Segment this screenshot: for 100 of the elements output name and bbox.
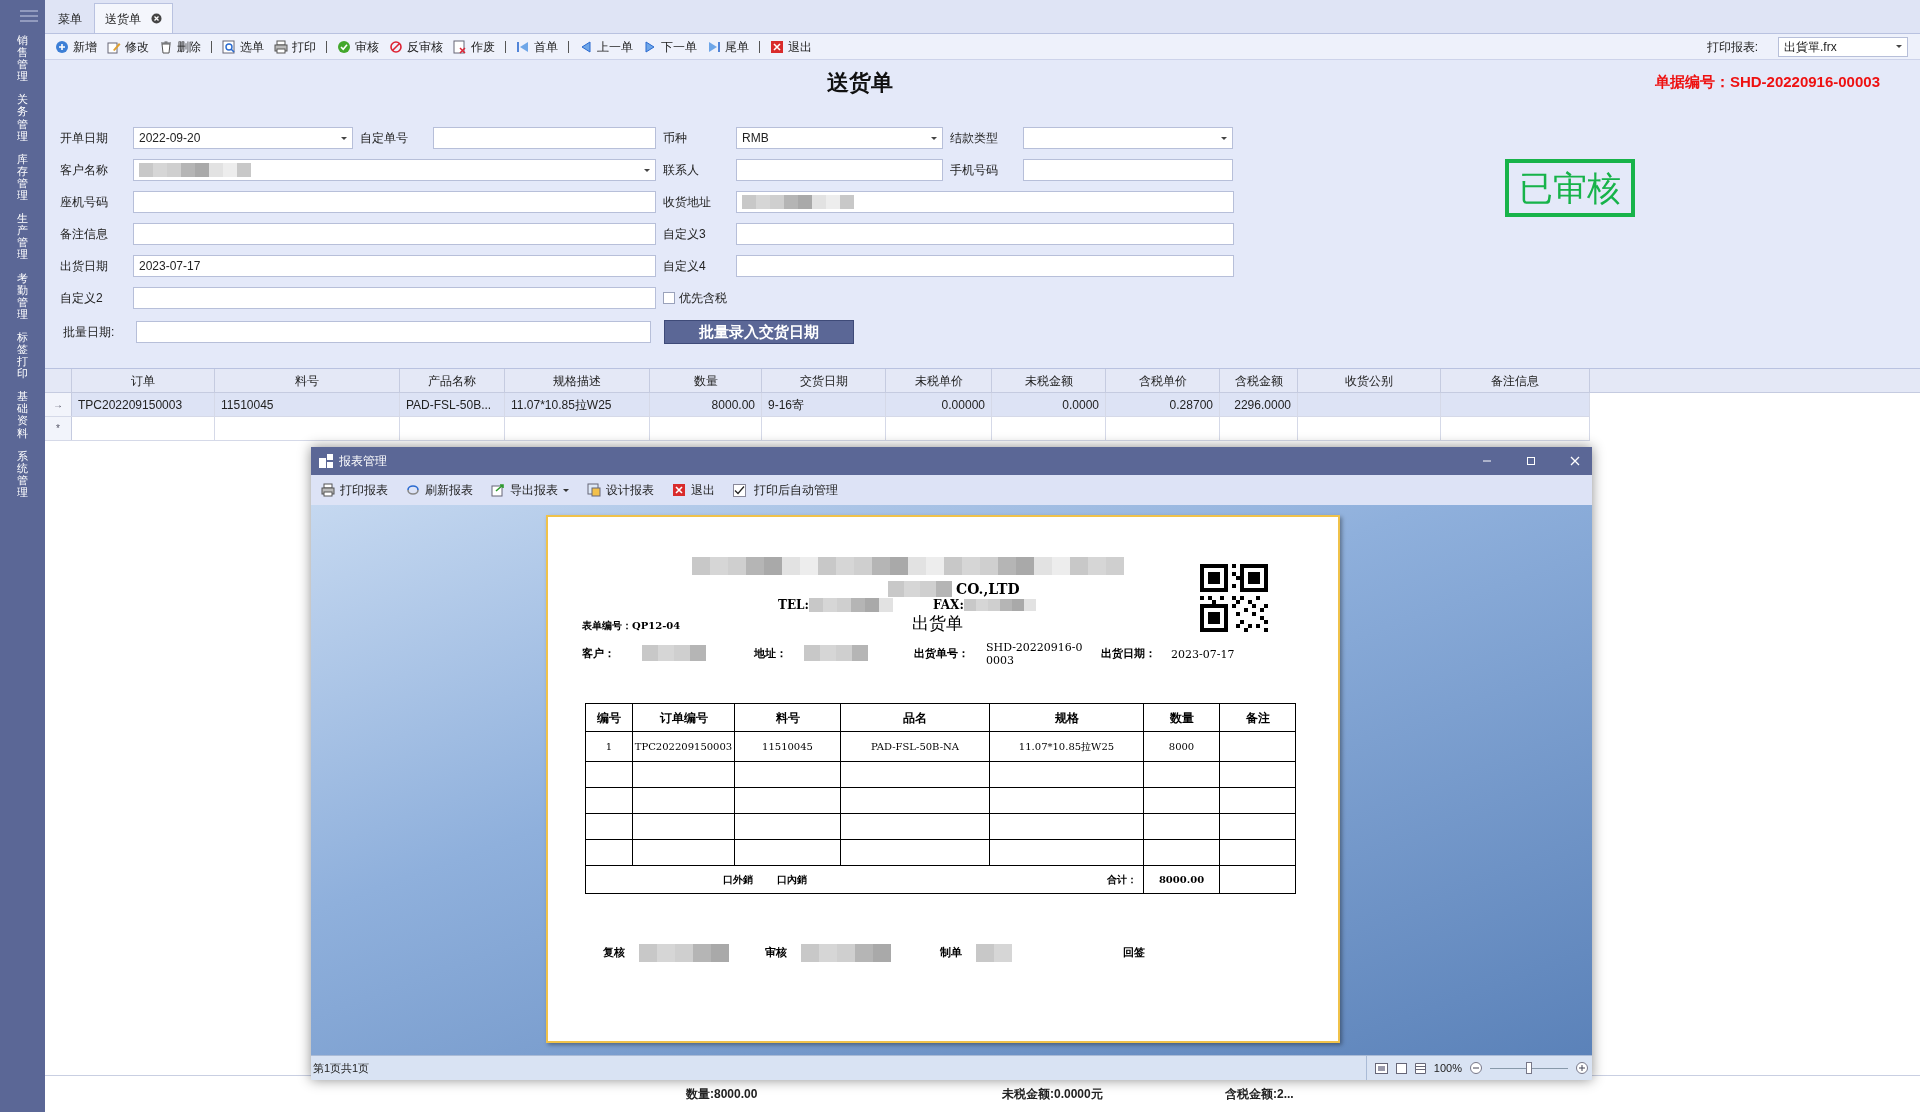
menu-icon[interactable] (19, 10, 38, 22)
table-header: 订单编号 (632, 703, 735, 732)
batch-date-button[interactable]: 批量录入交货日期 (664, 320, 854, 344)
toolbar-button[interactable]: 反审核 (389, 35, 443, 58)
sidebar-item[interactable]: 生产管理 (17, 212, 28, 261)
page-indicator: 第1页共1页 (313, 1060, 370, 1076)
total-label: 合计： (1107, 873, 1137, 887)
report-dropdown[interactable]: 出貨單.frx (1778, 36, 1908, 57)
field-label: 结款类型 (950, 130, 999, 147)
zoom-out-icon[interactable] (1470, 1062, 1482, 1074)
sidebar-item[interactable]: 销售管理 (17, 34, 28, 83)
close-icon[interactable] (151, 13, 162, 24)
check-icon (337, 39, 351, 54)
toolbar-button[interactable]: 修改 (107, 35, 149, 58)
table-header: 品名 (840, 703, 990, 732)
dropdown-field[interactable] (1023, 127, 1233, 149)
pencil-icon (107, 39, 121, 54)
column-header[interactable]: 订单 (72, 369, 215, 392)
input-field[interactable] (433, 127, 656, 149)
sidebar-item[interactable]: 库存管理 (17, 152, 28, 202)
table-header: 数量 (1143, 703, 1220, 732)
export-icon (491, 483, 505, 497)
field-label: 备注信息 (60, 226, 109, 243)
sidebar-item[interactable]: 标签打印 (17, 330, 28, 380)
toolbar-button[interactable]: 打印报表 (321, 481, 388, 499)
sidebar-item[interactable]: 系统管理 (17, 449, 28, 498)
column-header[interactable]: 收货公别 (1298, 369, 1441, 392)
table-cell: 11510045 (215, 393, 400, 416)
toolbar-button[interactable]: 首单 (516, 35, 558, 58)
table-header: 料号 (734, 703, 841, 732)
toolbar-button[interactable]: 选单 (222, 35, 264, 58)
info-value: 2023-07-17 (1171, 647, 1236, 661)
maximize-icon[interactable] (1526, 456, 1536, 466)
row-marker: → (45, 393, 72, 416)
document-number: 单据编号：SHD-20220916-00003 (1654, 71, 1880, 92)
input-field[interactable] (133, 287, 656, 309)
input-field[interactable] (736, 191, 1234, 213)
single-page-icon[interactable] (1395, 1062, 1407, 1074)
table-cell: TPC202209150003 (632, 731, 735, 762)
dropdown-field[interactable] (133, 159, 656, 181)
column-header[interactable]: 料号 (215, 369, 400, 392)
toolbar-button[interactable]: 设计报表 (587, 481, 654, 499)
menu-button[interactable]: 导出报表 (491, 481, 569, 499)
input-field[interactable] (133, 191, 656, 213)
toolbar-button[interactable]: 尾单 (707, 35, 749, 58)
toolbar-button[interactable]: 作废 (453, 35, 495, 58)
input-field[interactable] (133, 223, 656, 245)
input-field[interactable] (736, 159, 943, 181)
checkbox[interactable] (733, 483, 746, 497)
checkbox[interactable] (663, 292, 675, 304)
toolbar-button[interactable]: 新增 (55, 35, 97, 58)
column-header[interactable]: 含税金额 (1220, 369, 1298, 392)
sidebar-item[interactable]: 考勤管理 (17, 271, 28, 320)
toolbar-button[interactable]: 上一单 (579, 35, 633, 58)
toolbar-button[interactable]: 退出 (672, 481, 715, 499)
field-label: 自定义2 (60, 290, 104, 307)
field-label: 批量日期: (63, 324, 116, 341)
input-field[interactable]: 2023-07-17 (133, 255, 656, 277)
sidebar-item[interactable]: 关务管理 (17, 93, 28, 142)
multi-page-icon[interactable] (1414, 1062, 1426, 1074)
table-cell: 8000 (1143, 731, 1220, 762)
zoom-in-icon[interactable] (1576, 1062, 1588, 1074)
column-header[interactable]: 未税金额 (992, 369, 1106, 392)
untaxed-total: 未税金额:0.0000元 (1002, 1086, 1103, 1103)
info-label: 地址： (754, 645, 788, 662)
column-header[interactable]: 未税单价 (886, 369, 992, 392)
toolbar-button[interactable]: 退出 (770, 35, 812, 58)
column-header[interactable]: 规格描述 (505, 369, 650, 392)
column-header[interactable]: 产品名称 (400, 369, 505, 392)
input-field[interactable] (736, 255, 1234, 277)
column-header[interactable]: 数量 (650, 369, 762, 392)
toolbar-button[interactable]: 删除 (159, 35, 201, 58)
table-cell: PAD-FSL-50B-NA (840, 731, 990, 762)
column-header[interactable]: 含税单价 (1106, 369, 1220, 392)
field-label: 开单日期 (60, 130, 109, 147)
approved-stamp: 已审核 (1505, 159, 1635, 217)
table-cell: 8000.00 (650, 393, 762, 416)
sidebar-item[interactable]: 基础资料 (17, 390, 28, 439)
input-field[interactable] (1023, 159, 1233, 181)
zoom-slider[interactable] (1490, 1062, 1568, 1074)
column-header[interactable]: 备注信息 (1441, 369, 1590, 392)
qr-code (1200, 564, 1268, 632)
toolbar-button[interactable]: 审核 (337, 35, 379, 58)
close-icon[interactable] (1570, 456, 1580, 466)
table-header: 备注 (1219, 703, 1296, 732)
form-number: 表单编号：QP12-04 (582, 619, 682, 633)
company-name: CO.,LTD (956, 579, 1020, 599)
dropdown-field[interactable]: 2022-09-20 (133, 127, 353, 149)
info-value: SHD-20220916-00003 (986, 641, 1084, 667)
input-field[interactable] (136, 321, 651, 343)
quantity-total: 数量:8000.00 (686, 1086, 758, 1103)
tab[interactable]: 送货单 (94, 3, 173, 33)
dropdown-field[interactable]: RMB (736, 127, 943, 149)
fit-page-icon[interactable] (1374, 1062, 1388, 1074)
input-field[interactable] (736, 223, 1234, 245)
column-header[interactable]: 交货日期 (762, 369, 886, 392)
toolbar-button[interactable]: 刷新报表 (406, 481, 473, 499)
row-marker: * (45, 417, 72, 440)
toolbar-button[interactable]: 下一单 (643, 35, 697, 58)
toolbar-button[interactable]: 打印 (274, 35, 316, 58)
